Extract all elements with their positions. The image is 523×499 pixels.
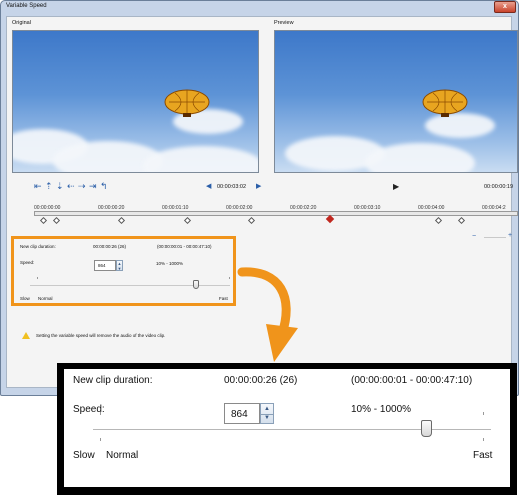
slider-tick: [100, 438, 101, 441]
warning-icon: [22, 332, 30, 339]
timeline-label: 00:00:01:10: [162, 205, 189, 211]
zoom-out-icon[interactable]: −: [472, 233, 476, 240]
blimp-image: [164, 89, 210, 117]
window-title: Variable Speed: [6, 3, 47, 9]
speed-range-zoom: 10% - 1000%: [351, 404, 412, 415]
slider-tick: [483, 438, 484, 441]
speed-spinner-small[interactable]: ▲ ▼: [116, 260, 123, 271]
new-clip-duration-label-zoom: New clip duration:: [73, 375, 153, 386]
spin-down-icon[interactable]: ▼: [261, 414, 273, 423]
next-keyframe-icon[interactable]: ⇢: [78, 181, 86, 191]
original-timecode: 00:00:03:02: [217, 184, 247, 190]
timeline-track[interactable]: [34, 211, 518, 216]
speed-range: 10% - 1000%: [156, 261, 184, 266]
mark-in-icon[interactable]: ⇥: [89, 181, 97, 191]
original-video: [12, 30, 259, 173]
preview-timecode: 00:00:00:19: [484, 184, 514, 190]
fast-label: Fast: [219, 296, 228, 301]
speed-input[interactable]: 864: [224, 403, 260, 424]
normal-label-zoom: Normal: [106, 450, 139, 461]
timeline-label: 00:00:00:20: [98, 205, 125, 211]
warning-text: Setting the variable speed will remove t…: [36, 333, 166, 338]
new-clip-duration-value: 00:00:00:26 (26): [93, 244, 127, 249]
marker-controls: ⇤ ⇡ ⇣ ⇠ ⇢ ⇥ ↰: [34, 181, 114, 191]
speed-slider-thumb[interactable]: [421, 420, 432, 437]
preview-video: [274, 30, 518, 173]
slow-label: Slow: [20, 296, 30, 301]
add-keyframe-icon[interactable]: ⇡: [45, 181, 53, 191]
mark-out-icon[interactable]: ↰: [100, 181, 108, 191]
zoom-in-icon[interactable]: +: [508, 232, 512, 239]
slider-tick: [100, 412, 101, 415]
timeline-label: 00:00:04:00: [418, 205, 445, 211]
speed-input-value: 864: [98, 263, 106, 268]
timeline[interactable]: 00:00:00:00 00:00:00:20 00:00:01:10 00:0…: [34, 205, 518, 225]
timeline-label: 00:00:02:00: [226, 205, 253, 211]
preview-label: Preview: [274, 20, 294, 26]
remove-keyframe-icon[interactable]: ⇣: [56, 181, 64, 191]
duration-range-value: (00:00:00:01 - 00:00:47:10): [157, 244, 212, 249]
timeline-label: 00:00:02:20: [290, 205, 317, 211]
speed-input-small[interactable]: 864: [94, 260, 116, 271]
title-bar: Variable Speed x: [0, 0, 517, 14]
new-clip-duration-label: New clip duration:: [20, 244, 56, 249]
timeline-label: 00:00:03:10: [354, 205, 381, 211]
speed-label: Speed:: [20, 260, 35, 265]
duration-range-value-zoom: (00:00:00:01 - 00:00:47:10): [351, 375, 473, 386]
slider-tick: [483, 412, 484, 415]
normal-label: Normal: [38, 296, 53, 301]
zoom-slider[interactable]: [484, 237, 506, 238]
close-button[interactable]: x: [494, 1, 516, 13]
timeline-label: 00:00:04:2: [482, 205, 506, 211]
previous-keyframe-icon[interactable]: ⇠: [67, 181, 75, 191]
speed-spinner[interactable]: ▲ ▼: [260, 403, 274, 424]
speed-input-value-zoom: 864: [231, 409, 248, 420]
blimp-image-preview: [422, 89, 468, 117]
zoom-arrow-graphic: [237, 267, 298, 362]
fast-label-zoom: Fast: [473, 450, 493, 461]
timeline-label: 00:00:00:00: [34, 205, 61, 211]
step-forward-icon[interactable]: ▶: [256, 182, 261, 192]
slider-tick: [37, 277, 38, 279]
start-marker-icon[interactable]: ⇤: [34, 181, 42, 191]
new-clip-duration-value-zoom: 00:00:00:26 (26): [224, 375, 298, 386]
step-back-icon[interactable]: ◀: [206, 182, 211, 192]
play-button[interactable]: ▶: [393, 182, 399, 191]
original-label: Original: [12, 20, 31, 26]
speed-slider-small[interactable]: [30, 285, 230, 286]
slow-label-zoom: Slow: [73, 450, 95, 461]
speed-slider-thumb-small[interactable]: [193, 280, 199, 289]
zoomed-speed-panel: [64, 369, 510, 487]
